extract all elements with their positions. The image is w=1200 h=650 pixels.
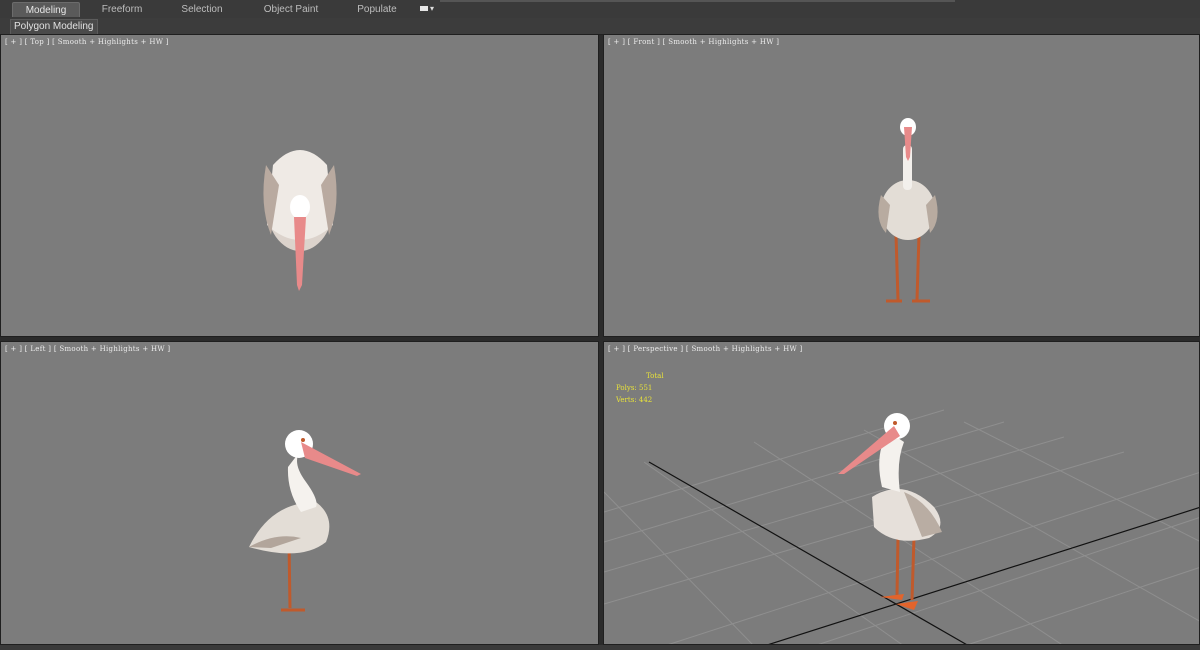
tab-freeform[interactable]: Freeform bbox=[92, 2, 152, 17]
tab-populate[interactable]: Populate bbox=[348, 2, 406, 17]
chevron-down-icon: ▾ bbox=[430, 4, 435, 13]
viewport-front[interactable]: [ + ] [ Front ] [ Smooth + Highlights + … bbox=[603, 34, 1200, 337]
ribbon-divider bbox=[440, 0, 955, 2]
pelican-top-view bbox=[263, 150, 337, 291]
world-axis-line bbox=[768, 507, 1199, 644]
pelican-left-view bbox=[249, 430, 361, 612]
viewport-top[interactable]: [ + ] [ Top ] [ Smooth + Highlights + HW… bbox=[0, 34, 599, 337]
status-bar bbox=[0, 645, 1200, 650]
viewport-left[interactable]: [ + ] [ Left ] [ Smooth + Highlights + H… bbox=[0, 341, 599, 645]
tab-object-paint[interactable]: Object Paint bbox=[255, 2, 327, 17]
ribbon-options-dropdown[interactable]: ▾ bbox=[420, 4, 438, 14]
world-axis-line bbox=[648, 461, 967, 644]
viewport-perspective[interactable]: [ + ] [ Perspective ] [ Smooth + Highlig… bbox=[603, 341, 1200, 645]
polygon-modeling-panel[interactable]: Polygon Modeling bbox=[10, 19, 98, 35]
window-icon bbox=[420, 6, 428, 12]
ribbon-subpanel: Polygon Modeling bbox=[0, 18, 1200, 35]
tab-modeling[interactable]: Modeling bbox=[12, 2, 80, 17]
pelican-front-view bbox=[878, 118, 938, 303]
perspective-scene bbox=[604, 409, 1199, 644]
tab-selection[interactable]: Selection bbox=[172, 2, 232, 17]
ribbon-bar: Modeling Freeform Selection Object Paint… bbox=[0, 0, 1200, 19]
